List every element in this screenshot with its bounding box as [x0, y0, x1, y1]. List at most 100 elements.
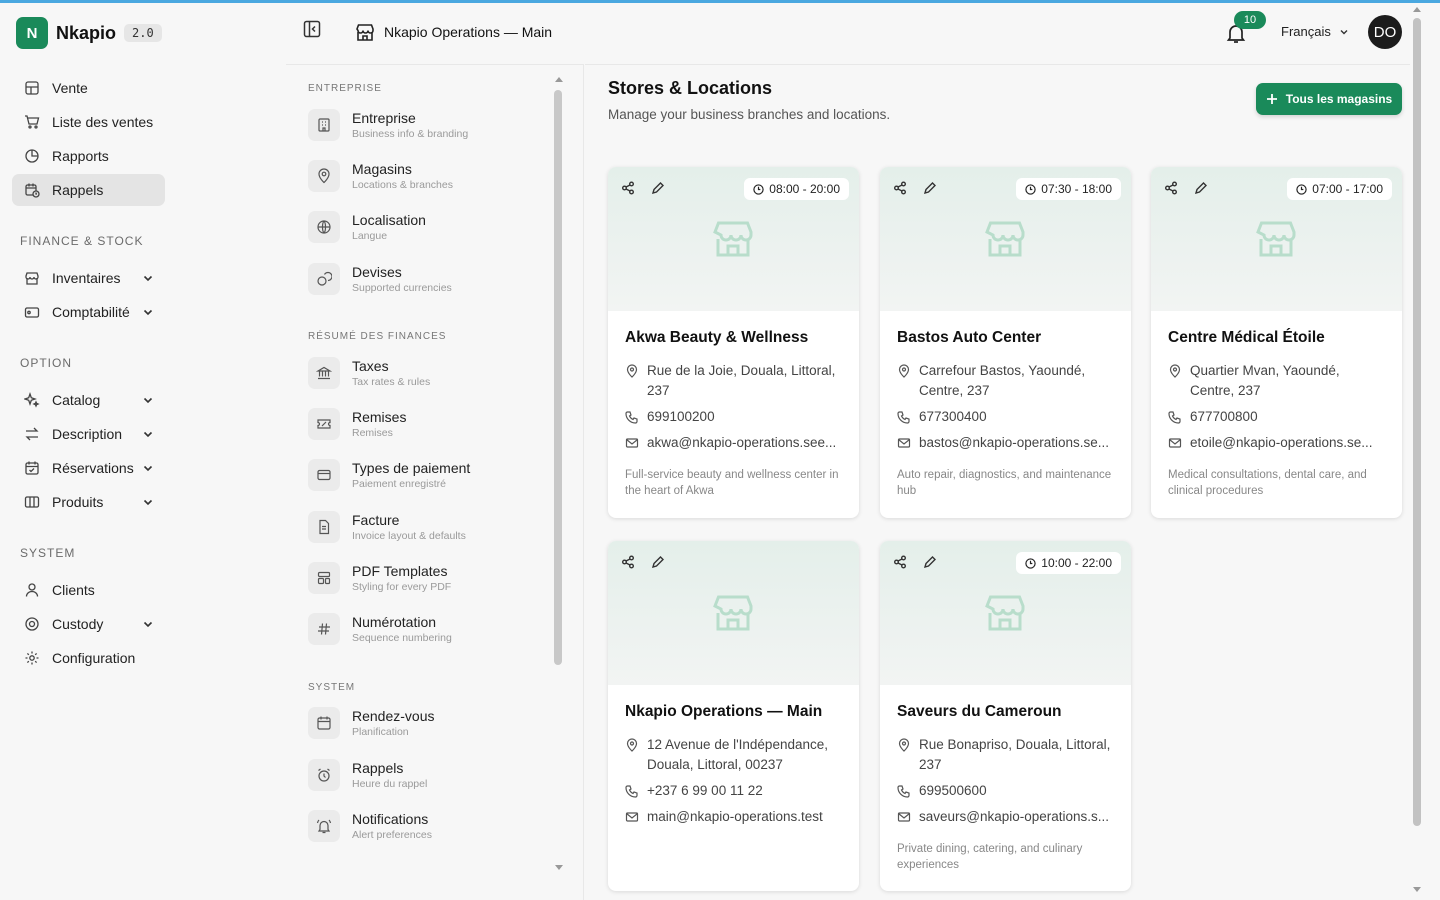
subnav-item-localisation[interactable]: Localisation Langue	[308, 205, 548, 249]
nav-item-clients[interactable]: Clients	[12, 574, 165, 606]
chevron-down-icon	[1340, 29, 1348, 34]
page-scroll-down-arrow[interactable]	[1413, 887, 1421, 892]
language-selector[interactable]: Français	[1281, 24, 1349, 39]
edit-icon[interactable]	[648, 178, 668, 198]
subnav-item-notifications[interactable]: Notifications Alert preferences	[308, 804, 548, 848]
store-hours-badge: 10:00 - 22:00	[1016, 552, 1121, 574]
brand-name: Nkapio	[56, 22, 117, 43]
clock-icon	[1025, 183, 1036, 195]
nav-item-catalog[interactable]: Catalog	[12, 384, 165, 416]
store-hours-badge: 08:00 - 20:00	[744, 178, 849, 200]
edit-icon[interactable]	[920, 178, 940, 198]
current-store-selector[interactable]: Nkapio Operations — Main	[354, 21, 552, 43]
share-icon[interactable]	[618, 178, 638, 198]
bank-icon	[308, 357, 340, 389]
subnav-item-taxes[interactable]: Taxes Tax rates & rules	[308, 351, 548, 395]
nav-item-produits[interactable]: Produits	[12, 486, 165, 518]
subnav-desc: Paiement enregistré	[352, 478, 446, 490]
subnav-item-types-paiement[interactable]: Types de paiement Paiement enregistré	[308, 453, 548, 497]
subnav-title: PDF Templates	[352, 563, 448, 579]
subnav-item-numerotation[interactable]: Numérotation Sequence numbering	[308, 607, 548, 651]
subnav-item-rappels[interactable]: Rappels Heure du rappel	[308, 753, 548, 797]
edit-icon[interactable]	[920, 552, 940, 572]
nav-label: Rapports	[52, 148, 109, 164]
subnav-item-remises[interactable]: Remises Remises	[308, 402, 548, 446]
edit-icon[interactable]	[1191, 178, 1211, 198]
share-icon[interactable]	[618, 552, 638, 572]
subnav-desc: Heure du rappel	[352, 778, 428, 790]
store-email: saveurs@nkapio-operations.s...	[919, 809, 1110, 824]
store-description: Private dining, catering, and culinary e…	[897, 843, 1083, 871]
subnav-item-entreprise[interactable]: Entreprise Business info & branding	[308, 103, 548, 147]
store-card[interactable]: 08:00 - 20:00 Akwa Beauty & Wellness Rue…	[608, 167, 859, 518]
subnav-item-magasins[interactable]: Magasins Locations & branches	[308, 154, 548, 198]
phone-icon	[625, 784, 639, 798]
store-placeholder-icon	[713, 221, 753, 257]
page-scrollbar[interactable]	[1413, 18, 1421, 826]
subnav-item-devises[interactable]: Devises Supported currencies	[308, 257, 548, 301]
subnav-item-rendez-vous[interactable]: Rendez-vous Planification	[308, 701, 548, 745]
subnav-title: Remises	[352, 409, 407, 425]
subnav-desc: Langue	[352, 230, 388, 242]
version-badge: 2.0	[124, 24, 162, 42]
nav-item-vente[interactable]: Vente	[12, 72, 165, 104]
subnav-item-pdf-templates[interactable]: PDF Templates Styling for every PDF	[308, 556, 548, 600]
nav-item-liste-ventes[interactable]: Liste des ventes	[12, 106, 165, 138]
store-card-banner: 07:00 - 17:00	[1151, 167, 1402, 311]
nav-label: Vente	[52, 80, 88, 96]
store-card[interactable]: Nkapio Operations — Main 12 Avenue de l'…	[608, 541, 859, 891]
store-phone: 677700800	[1190, 409, 1258, 424]
store-placeholder-icon	[713, 595, 753, 631]
nav-item-rapports[interactable]: Rapports	[12, 140, 165, 172]
brand[interactable]: N Nkapio 2.0	[16, 17, 162, 49]
scroll-up-arrow[interactable]	[555, 77, 563, 82]
nav-item-rappels[interactable]: Rappels	[12, 174, 165, 206]
page-scroll-up-arrow[interactable]	[1413, 7, 1421, 12]
share-icon[interactable]	[890, 552, 910, 572]
store-card[interactable]: 10:00 - 22:00 Saveurs du Cameroun Rue Bo…	[880, 541, 1131, 891]
store-placeholder-icon	[985, 595, 1025, 631]
store-card[interactable]: 07:30 - 18:00 Bastos Auto Center Carrefo…	[880, 167, 1131, 518]
nav-label: Configuration	[52, 650, 136, 666]
subnav-desc: Remises	[352, 427, 393, 439]
store-email: etoile@nkapio-operations.se...	[1190, 435, 1373, 450]
subnav-desc: Styling for every PDF	[352, 581, 452, 593]
nav-item-inventaires[interactable]: Inventaires	[12, 262, 165, 294]
chevron-down-icon	[143, 499, 153, 506]
edit-icon[interactable]	[648, 552, 668, 572]
store-icon	[356, 24, 374, 41]
subnav-desc: Locations & branches	[352, 179, 453, 191]
current-store-name: Nkapio Operations — Main	[384, 24, 553, 40]
subnav-desc: Sequence numbering	[352, 632, 452, 644]
user-avatar[interactable]: DO	[1368, 15, 1402, 49]
language-label: Français	[1281, 24, 1331, 39]
chevron-down-icon	[143, 465, 153, 472]
subnav-title: Localisation	[352, 212, 426, 228]
nav-item-reservations[interactable]: Réservations	[12, 452, 165, 484]
share-icon[interactable]	[890, 178, 910, 198]
sidebar-toggle-icon[interactable]	[302, 19, 322, 39]
store-card[interactable]: 07:00 - 17:00 Centre Médical Étoile Quar…	[1151, 167, 1402, 518]
store-phone: 699100200	[647, 409, 715, 424]
subnav-item-facture[interactable]: Facture Invoice layout & defaults	[308, 505, 548, 549]
subnav-scrollbar[interactable]	[554, 90, 562, 665]
nav-item-comptabilite[interactable]: Comptabilité	[12, 296, 165, 328]
main-sidebar: N Nkapio 2.0 Vente Liste des ventes Rapp…	[0, 3, 286, 900]
all-stores-button[interactable]: Tous les magasins	[1256, 83, 1402, 115]
subnav-title: Notifications	[352, 811, 429, 827]
file-text-icon	[308, 511, 340, 543]
mail-icon	[897, 436, 911, 450]
scroll-down-arrow[interactable]	[555, 865, 563, 870]
nav-section-system: SYSTEM	[20, 546, 76, 560]
subnav-title: Devises	[352, 264, 402, 280]
sparkles-icon	[24, 392, 40, 408]
top-header: Nkapio Operations — Main 10 Français DO	[286, 3, 1410, 64]
nav-item-custody[interactable]: Custody	[12, 608, 165, 640]
chevron-down-icon	[143, 431, 153, 438]
share-icon[interactable]	[1161, 178, 1181, 198]
nav-label: Catalog	[52, 392, 101, 408]
nav-label: Description	[52, 426, 123, 442]
nav-item-description[interactable]: Description	[12, 418, 165, 450]
nav-item-configuration[interactable]: Configuration	[12, 642, 165, 674]
store-phone: 677300400	[919, 409, 987, 424]
